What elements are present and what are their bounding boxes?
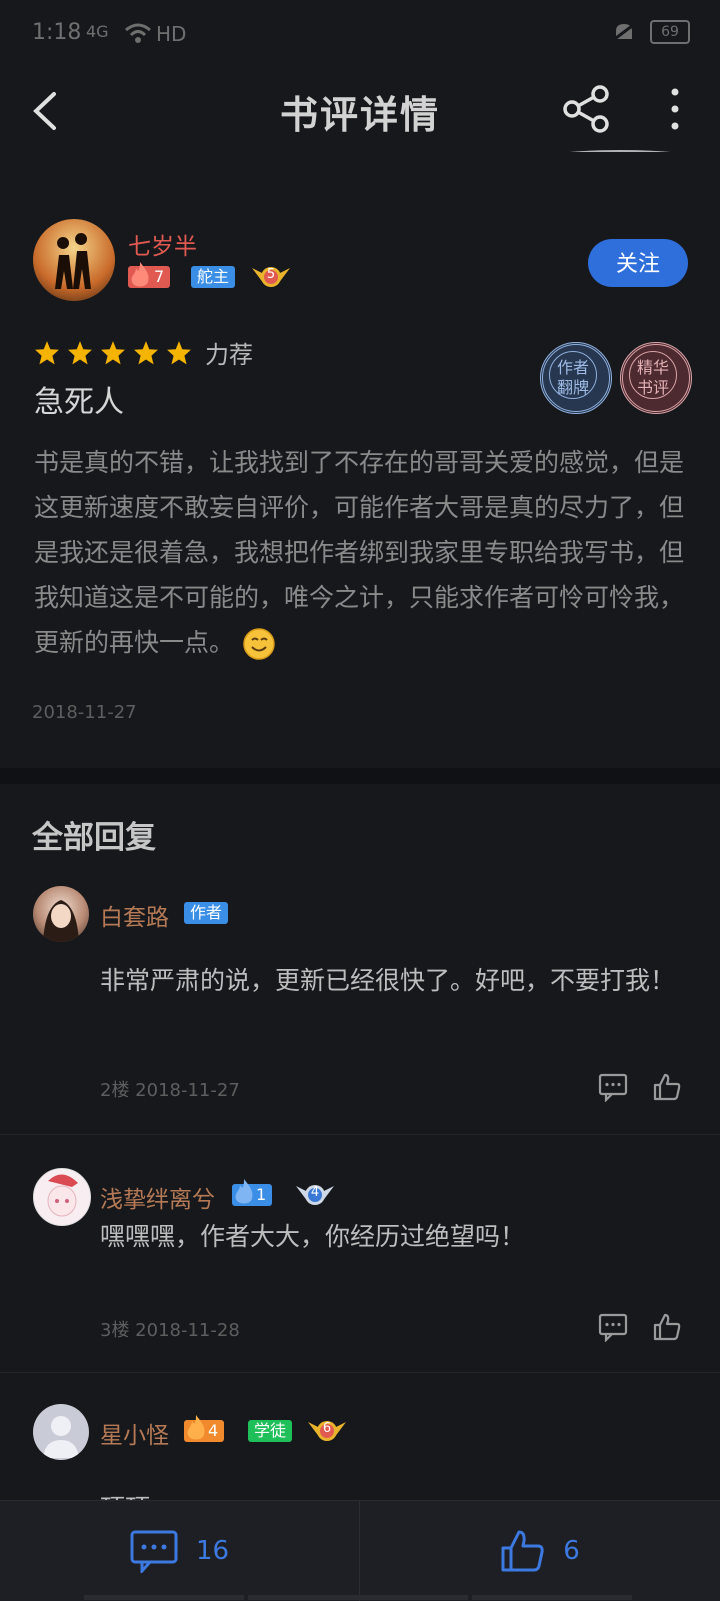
review-body-text: 书是真的不错，让我找到了不存在的哥哥关爱的感觉，但是这更新速度不敢妄自评价，可能… [34, 448, 685, 657]
smile-emoji-icon [243, 628, 275, 660]
reply-username[interactable]: 星小怪 [100, 1416, 169, 1450]
network-label: 4G [86, 22, 109, 41]
reply-avatar[interactable] [33, 1168, 91, 1226]
reply-meta: 2楼 2018-11-27 [100, 1080, 240, 1101]
follow-button[interactable]: 关注 [588, 239, 688, 287]
reply-username[interactable]: 白套路 [100, 898, 169, 932]
reply-item: 浅挚绊离兮 1 4 嘿嘿嘿，作者大大，你经历过绝望吗！ 3楼 2018-11-2… [0, 1166, 720, 1366]
comment-icon [130, 1530, 178, 1573]
top-nav-bar: 书评详情 [0, 70, 720, 153]
star-icon [167, 341, 191, 365]
flame-icon [131, 262, 149, 287]
girl-portrait-icon [43, 900, 79, 942]
reply-comment-icon[interactable] [598, 1072, 628, 1102]
featured-review-seal-text: 精华 书评 [629, 351, 677, 399]
mute-bell-icon [611, 21, 637, 43]
review-title: 急死人 [34, 385, 124, 420]
author-pick-seal-icon: 作者 翻牌 [540, 342, 612, 414]
like-count: 6 [563, 1536, 580, 1566]
reviewer-avatar[interactable] [33, 219, 115, 301]
featured-review-seal-icon: 精华 书评 [620, 342, 692, 414]
star-icon [134, 341, 158, 365]
comment-count: 16 [195, 1536, 230, 1566]
rating-stars [34, 340, 192, 366]
anime-girl-icon [47, 1174, 78, 1217]
flame-icon [235, 1179, 253, 1204]
reply-comment-icon[interactable] [598, 1312, 628, 1342]
status-time: 1:18 [32, 20, 82, 45]
role-badge: 学徒 [248, 1420, 293, 1442]
hd-label: HD [156, 22, 187, 46]
default-avatar-icon [43, 1416, 79, 1458]
reviewer-name[interactable]: 七岁半 [128, 227, 197, 261]
couple-silhouette-icon [55, 233, 91, 289]
star-icon [101, 341, 125, 365]
review-date: 2018-11-27 [32, 702, 137, 723]
reply-avatar[interactable] [33, 1404, 89, 1460]
gesture-hint-bar [84, 1595, 244, 1600]
replies-section-title: 全部回复 [32, 820, 156, 856]
reply-avatar[interactable] [33, 886, 89, 942]
bottom-action-bar: 16 6 [0, 1500, 720, 1601]
star-icon [35, 341, 59, 365]
thumbs-up-icon [501, 1530, 544, 1572]
fire-level-value: 1 [256, 1185, 267, 1204]
rank-level-value: 6 [322, 1421, 332, 1436]
rank-level-value: 4 [310, 1185, 320, 1200]
review-card: 七岁半 7 舵主 5 关注 力荐 急死人 作者 翻牌 精华 书评 书是真的不错，… [0, 152, 720, 768]
reply-text: 非常严肃的说，更新已经很快了。好吧，不要打我！ [100, 966, 676, 995]
reply-item: 白套路 作者 非常严肃的说，更新已经很快了。好吧，不要打我！ 2楼 2018-1… [0, 880, 720, 1130]
reply-divider [0, 1372, 720, 1373]
reply-item: 星小怪 4 学徒 6 顶顶 [0, 1404, 720, 1500]
flame-icon [187, 1415, 205, 1440]
review-body: 书是真的不错，让我找到了不存在的哥哥关爱的感觉，但是这更新速度不敢妄自评价，可能… [34, 440, 684, 665]
gesture-hint-bar [472, 1595, 632, 1600]
rating-label: 力荐 [205, 341, 253, 369]
comment-button[interactable]: 16 [0, 1501, 359, 1601]
more-options-icon[interactable] [660, 82, 690, 136]
author-pick-seal-text: 作者 翻牌 [549, 351, 597, 399]
share-icon[interactable] [560, 82, 614, 136]
reply-meta: 3楼 2018-11-28 [100, 1320, 240, 1341]
reply-divider [0, 1134, 720, 1135]
star-icon [68, 341, 92, 365]
status-bar: 1:18 4G HD 69 [0, 0, 720, 70]
role-badge: 舵主 [191, 266, 236, 288]
author-badge: 作者 [184, 902, 229, 924]
like-button[interactable]: 6 [360, 1501, 719, 1601]
battery-icon: 69 [650, 20, 690, 44]
reply-like-icon[interactable] [652, 1072, 682, 1102]
reply-text: 顶顶 [100, 1486, 690, 1500]
rank-level-value: 5 [266, 267, 276, 282]
fire-level-value: 7 [154, 267, 165, 286]
reply-username[interactable]: 浅挚绊离兮 [100, 1180, 215, 1214]
reply-like-icon[interactable] [652, 1312, 682, 1342]
wifi-icon [125, 23, 151, 43]
section-divider [0, 768, 720, 784]
fire-level-value: 4 [208, 1421, 219, 1440]
reply-text: 嘿嘿嘿，作者大大，你经历过绝望吗！ [100, 1222, 526, 1251]
gesture-hint-bar [248, 1595, 468, 1600]
